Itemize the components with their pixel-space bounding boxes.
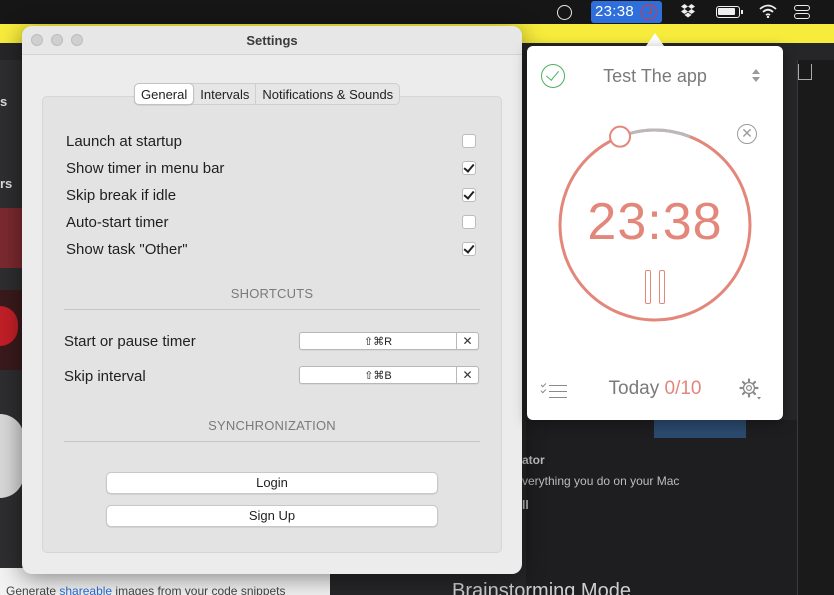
settings-tabs: General Intervals Notifications & Sounds (134, 83, 401, 105)
timer-clock-icon (641, 4, 657, 20)
shortcut-keys: ⇧⌘B (364, 370, 392, 382)
pause-bar (645, 270, 651, 304)
list-line (549, 385, 567, 387)
background-text: Generate (6, 584, 60, 595)
pause-button[interactable] (645, 270, 667, 304)
login-button[interactable]: Login (106, 472, 438, 494)
shortcuts-header: SHORTCUTS (230, 286, 314, 301)
list-check (540, 387, 547, 394)
title-bar: Settings (22, 26, 522, 55)
menu-bar (0, 0, 834, 24)
background-strip (654, 420, 746, 438)
sync-header: SYNCHRONIZATION (208, 418, 336, 433)
background-right-edge (797, 60, 834, 595)
shortcut-keys: ⇧⌘R (363, 336, 393, 348)
complete-task-icon[interactable] (541, 64, 565, 88)
background-text: images from your code snippets (112, 584, 286, 595)
window-title: Settings (246, 33, 298, 48)
task-selector-chevron-icon[interactable] (751, 68, 761, 84)
gear-icon[interactable] (739, 378, 761, 400)
background-text: verything you do on your Mac (522, 474, 680, 488)
share-icon[interactable] (798, 64, 812, 80)
list-line (549, 391, 567, 393)
clear-shortcut-button[interactable]: ✕ (456, 333, 478, 349)
show-task-other-checkbox[interactable] (462, 242, 476, 256)
divider (64, 441, 480, 442)
launch-at-startup-checkbox[interactable] (462, 134, 476, 148)
start-pause-shortcut-field[interactable]: ⇧⌘R ✕ (299, 332, 479, 350)
dropbox-icon-graphic (681, 4, 695, 18)
option-label: Auto-start timer (66, 214, 169, 231)
popover-arrow (646, 33, 664, 46)
today-summary: Today 0/10 (577, 378, 733, 400)
pause-bar (659, 270, 665, 304)
background-text: ll (522, 498, 529, 512)
tab-intervals[interactable]: Intervals (194, 84, 257, 104)
option-label: Launch at startup (66, 133, 182, 150)
timer-ring-handle[interactable] (609, 125, 632, 148)
timer-popover: Test The app ✕ 23:38 Today 0/10 (527, 46, 783, 420)
background-letter: rs (0, 176, 13, 191)
timer-display: 23:38 (587, 193, 723, 251)
divider (64, 309, 480, 310)
battery-icon[interactable] (716, 6, 743, 18)
show-timer-menubar-checkbox[interactable] (462, 161, 476, 175)
option-label: Skip break if idle (66, 187, 177, 204)
background-right-pane (526, 420, 798, 595)
tab-notifications-sounds[interactable]: Notifications & Sounds (256, 84, 399, 104)
skip-interval-shortcut-field[interactable]: ⇧⌘B ✕ (299, 366, 479, 384)
wifi-icon-graphic (759, 4, 777, 19)
control-center-icon[interactable] (794, 5, 810, 19)
option-label: Show task "Other" (66, 241, 188, 258)
background-thumbnail (0, 208, 24, 268)
auto-start-timer-checkbox[interactable] (462, 215, 476, 229)
shortcut-label: Skip interval (64, 368, 146, 385)
sign-up-button[interactable]: Sign Up (106, 505, 438, 527)
toggle-bar (794, 5, 810, 11)
clear-shortcut-button[interactable]: ✕ (456, 367, 478, 383)
dropbox-icon[interactable] (681, 3, 695, 22)
today-label: Today (608, 378, 660, 399)
task-name[interactable]: Test The app (567, 66, 743, 87)
menubar-timer-text: 23:38 (595, 3, 635, 20)
background-text: ator (522, 453, 545, 467)
option-label: Show timer in menu bar (66, 160, 225, 177)
task-list-icon[interactable] (540, 381, 567, 399)
today-count: 0/10 (664, 378, 702, 399)
background-letter: s (0, 94, 8, 109)
background-link[interactable]: shareable (59, 584, 112, 595)
background-disc (0, 414, 24, 498)
tab-general[interactable]: General (134, 83, 195, 105)
skip-break-idle-checkbox[interactable] (462, 188, 476, 202)
shortcut-label: Start or pause timer (64, 333, 196, 350)
wifi-icon[interactable] (759, 4, 777, 21)
list-line (549, 397, 567, 399)
settings-window: Settings General Intervals Notifications… (22, 26, 522, 574)
toggle-bar (794, 13, 810, 19)
background-title: Brainstorming Mode (452, 580, 631, 595)
status-circle-icon[interactable] (557, 5, 572, 20)
menubar-timer[interactable]: 23:38 (591, 1, 662, 23)
